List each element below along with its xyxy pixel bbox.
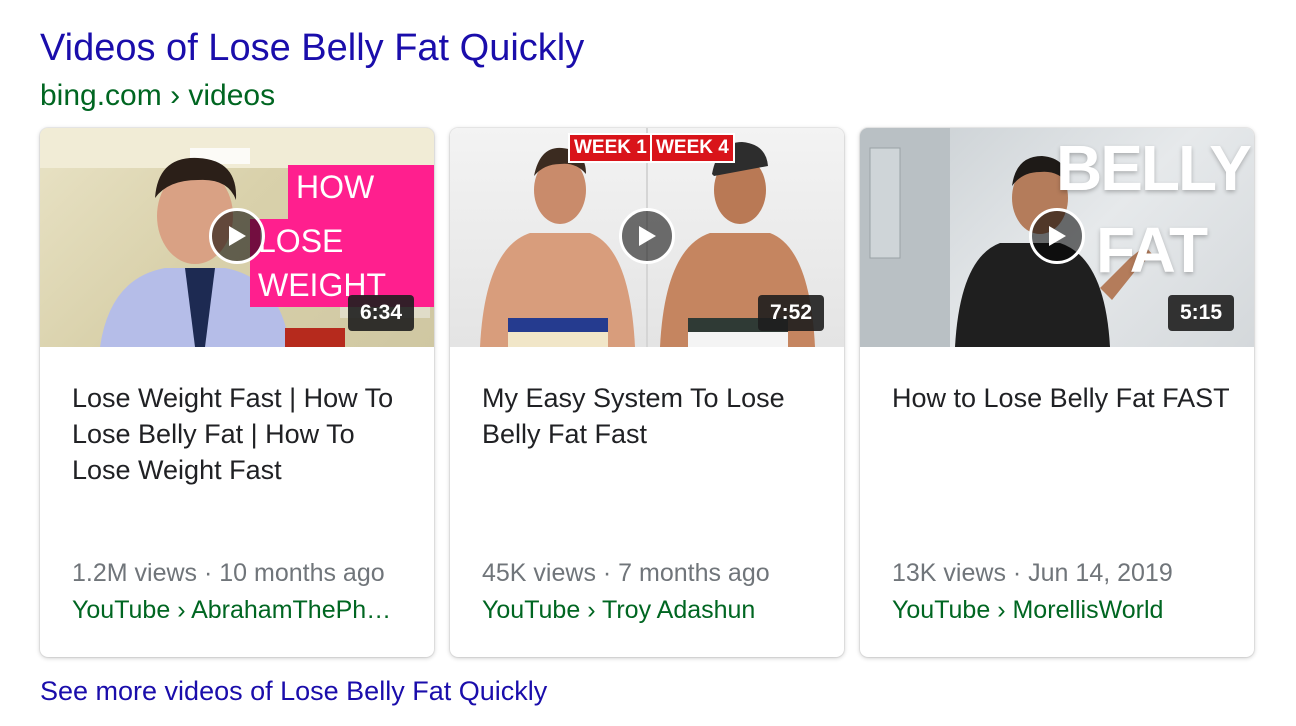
play-icon[interactable] (209, 208, 265, 264)
video-channel[interactable]: YouTube › MorellisWorld (892, 594, 1230, 626)
video-meta: 13K views · Jun 14, 2019 (892, 559, 1173, 587)
thumbnail-caption: LOSE WEIGHT (250, 219, 434, 307)
video-thumbnail[interactable]: BELLY FAT 5:15 (860, 128, 1254, 347)
video-duration: 6:34 (347, 295, 414, 331)
video-meta: 45K views · 7 months ago (482, 559, 770, 587)
video-thumbnail[interactable]: WEEK 1 WEEK 4 7:52 (450, 128, 844, 347)
video-title[interactable]: Lose Weight Fast | How To Lose Belly Fat… (72, 380, 410, 488)
thumbnail-caption: FAT (1096, 214, 1208, 286)
video-card-3[interactable]: BELLY FAT 5:15 How to Lose Belly Fat FAS… (860, 128, 1254, 657)
video-duration: 7:52 (757, 295, 824, 331)
thumbnail-caption: WEEK 4 (650, 133, 735, 163)
thumbnail-caption: WEEK 1 (568, 133, 653, 163)
videos-heading-link[interactable]: Videos of Lose Belly Fat Quickly (40, 24, 584, 72)
video-card-2[interactable]: WEEK 1 WEEK 4 7:52 My Easy System To Los… (450, 128, 844, 657)
video-channel[interactable]: YouTube › Troy Adashun (482, 594, 820, 626)
video-meta: 1.2M views · 10 months ago (72, 559, 385, 587)
video-duration: 5:15 (1167, 295, 1234, 331)
source-breadcrumb: bing.com › videos (40, 79, 276, 112)
see-more-videos-link[interactable]: See more videos of Lose Belly Fat Quickl… (40, 674, 547, 708)
video-channel[interactable]: YouTube › AbrahamThePh… (72, 594, 410, 626)
play-icon[interactable] (619, 208, 675, 264)
video-title[interactable]: How to Lose Belly Fat FAST (892, 380, 1230, 416)
video-title[interactable]: My Easy System To Lose Belly Fat Fast (482, 380, 820, 452)
play-icon[interactable] (1029, 208, 1085, 264)
thumbnail-caption: BELLY (1056, 132, 1252, 204)
video-card-1[interactable]: HOW TO LOSE WEIGHT 6:34 Lose Weight Fast… (40, 128, 434, 657)
video-thumbnail[interactable]: HOW TO LOSE WEIGHT 6:34 (40, 128, 434, 347)
